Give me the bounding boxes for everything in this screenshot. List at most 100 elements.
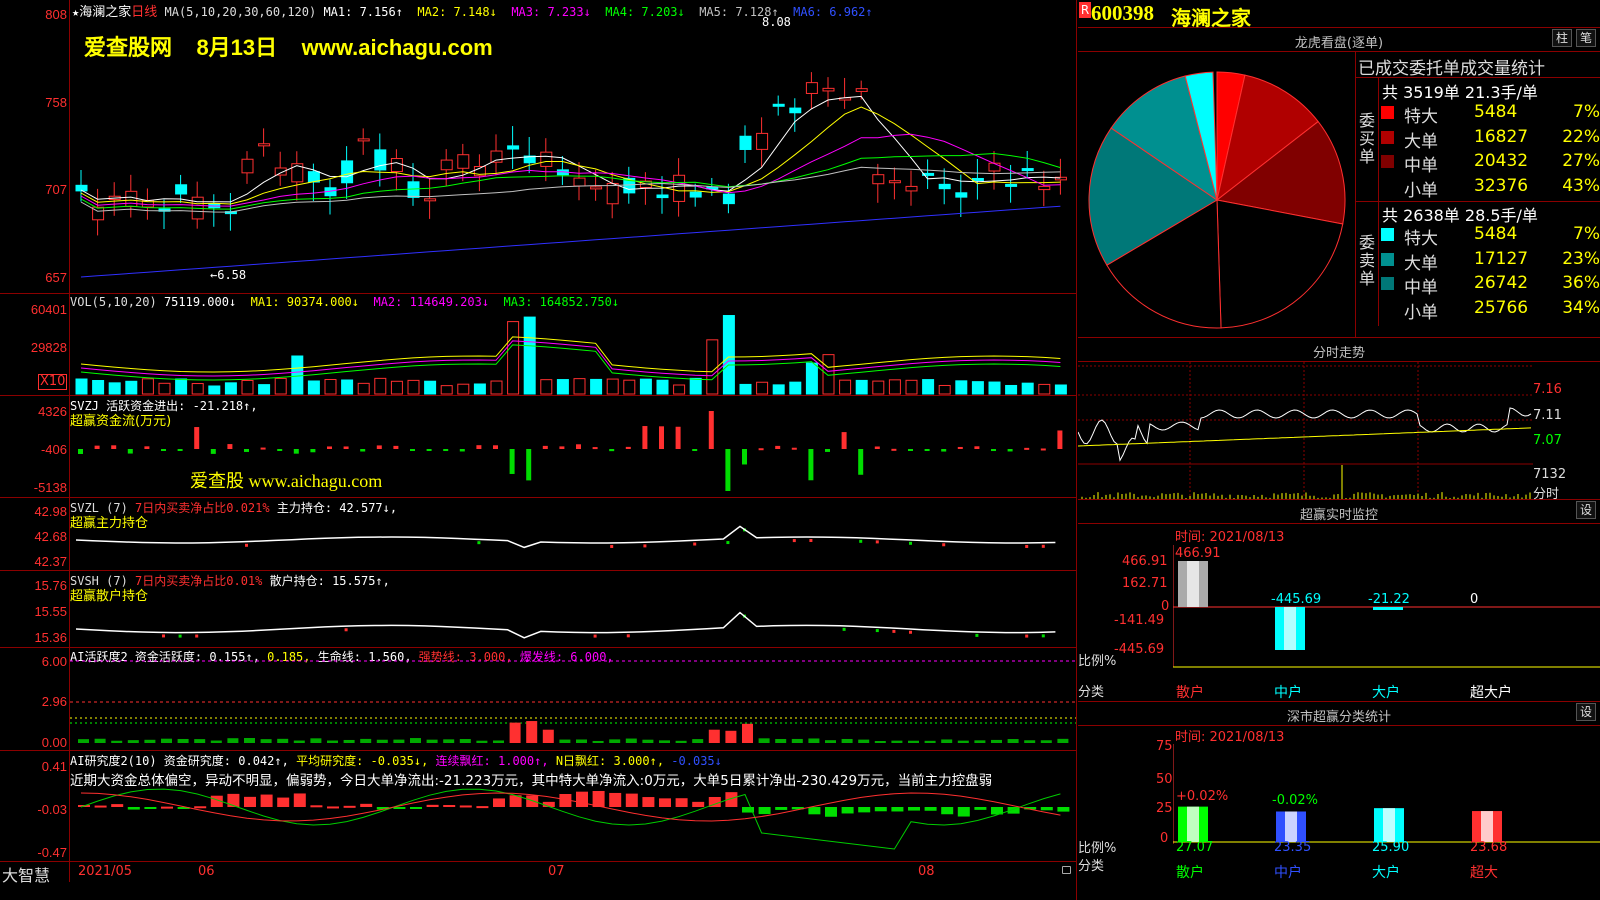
svzl-pane[interactable]: 42.98 42.68 42.37 SVZL (7) 7日内买卖净占比0.021… — [0, 498, 1077, 571]
volume-ma-line — [80, 340, 1061, 377]
buy-volume: 20432 — [1474, 151, 1529, 171]
tick-dot — [477, 541, 481, 545]
candle-body — [424, 198, 437, 202]
research-bar — [874, 807, 887, 812]
volume-bar — [457, 383, 470, 395]
buy-side-label: 委买单 — [1359, 111, 1376, 166]
fund-flow-bar — [659, 426, 664, 449]
pen-toggle-button[interactable]: 笔 — [1576, 29, 1596, 47]
volume-bar — [158, 382, 171, 395]
order-pie-chart[interactable] — [1078, 52, 1356, 338]
tick-dot — [1041, 544, 1045, 548]
candle-body — [739, 135, 752, 150]
main-holding-chart[interactable] — [70, 498, 1076, 571]
activity-bar — [459, 739, 471, 743]
activity-bar — [327, 740, 338, 743]
fund-flow-bar — [327, 446, 332, 449]
research-bar — [808, 807, 821, 815]
activity-bar — [476, 740, 488, 743]
tick-dot — [892, 629, 896, 633]
lock-icon[interactable] — [1062, 866, 1071, 874]
activity-bar — [1040, 740, 1052, 743]
fund-flow-bar — [891, 448, 897, 451]
volume-bar — [1005, 384, 1018, 395]
candle-body — [772, 103, 785, 107]
research-bar — [343, 805, 356, 808]
volume-chart[interactable] — [70, 294, 1076, 396]
volume-pane[interactable]: 60401 29828 X10 VOL(5,10,20) 75119.000↓,… — [0, 294, 1077, 396]
y-tick: -0.03 — [37, 802, 67, 817]
tick-dot — [610, 544, 614, 548]
svzj-pane[interactable]: 4326 -406 -5138 SVZJ 活跃资金进出: -21.218↑, 超… — [0, 396, 1077, 498]
candlestick-pane[interactable]: 808 758 707 657 ★海澜之家日线 MA(5,10,20,30,60… — [0, 0, 1077, 294]
activity-bar — [277, 738, 289, 743]
fund-flow-bar — [310, 449, 316, 453]
candle-body — [1038, 185, 1051, 191]
fund-flow-bar — [376, 445, 382, 449]
research-bar — [144, 807, 157, 809]
bar-toggle-button[interactable]: 柱 — [1552, 29, 1572, 47]
y-tick: 808 — [45, 7, 67, 22]
monitor-settings-button[interactable]: 设 — [1576, 501, 1596, 519]
fund-flow-bar — [841, 432, 847, 449]
y-tick: 0.00 — [41, 735, 67, 750]
activity-bar — [576, 739, 587, 743]
activity-bar — [509, 722, 521, 743]
fund-flow-bar — [642, 426, 648, 449]
candlestick-chart[interactable] — [70, 0, 1076, 294]
activity-bar — [841, 738, 853, 743]
fund-flow-bar — [974, 446, 980, 449]
research-bar — [758, 807, 771, 815]
fund-flow-bar — [194, 427, 200, 449]
fund-flow-bar — [393, 445, 399, 449]
fund-flow-bar — [1040, 448, 1046, 451]
ai-active-pane[interactable]: 6.00 2.96 0.00 AI活跃度2 资金活跃度: 0.155↑, 0.1… — [0, 648, 1077, 751]
volume-bar — [1038, 383, 1051, 395]
candle-body — [590, 186, 603, 190]
sell-name: 大单 — [1404, 253, 1438, 274]
stats-title-line — [1356, 77, 1600, 78]
research-bar — [891, 807, 904, 812]
svsh-pane[interactable]: 15.76 15.55 15.36 SVSH (7) 7日内买卖净占比0.01%… — [0, 571, 1077, 648]
activity-bar — [94, 738, 106, 743]
monitor-bar-chart[interactable] — [1173, 545, 1600, 670]
candle-body — [756, 132, 769, 150]
y-tick: -406 — [40, 442, 67, 457]
fund-flow-bar — [708, 411, 714, 449]
volume-bar — [241, 379, 254, 395]
volume-bar — [656, 379, 669, 395]
monitor-y-tick: 0 — [1161, 599, 1170, 614]
activity-chart[interactable] — [70, 648, 1076, 751]
intraday-panel[interactable]: 分时走势 7.16 7.11 7.07 7132 分时 — [1078, 338, 1600, 502]
shenzhen-time: 时间: 2021/08/13 — [1175, 730, 1285, 745]
candle-body — [507, 145, 520, 150]
tick-dot — [344, 628, 348, 632]
sell-row: 中单 26742 36% — [1378, 273, 1600, 298]
shenzhen-y-tick: 75 — [1156, 739, 1173, 754]
y-tick: 0.41 — [41, 759, 67, 774]
fund-flow-bar — [808, 449, 814, 481]
research-chart[interactable] — [70, 751, 1076, 862]
sell-volume: 5484 — [1474, 224, 1518, 244]
fund-flow-bar — [957, 446, 963, 449]
research-bar — [260, 794, 273, 807]
volume-bar — [556, 379, 569, 395]
research-bar — [1040, 807, 1053, 811]
tick-dot — [909, 630, 912, 634]
retail-holding-chart[interactable] — [70, 571, 1076, 648]
ai-research-pane[interactable]: 0.41 -0.03 -0.47 AI研究度2(10) 资金研究度: 0.042… — [0, 751, 1077, 862]
fund-flow-bar — [343, 446, 349, 449]
intraday-chart[interactable] — [1078, 362, 1533, 500]
activity-bar — [758, 738, 770, 743]
activity-bar — [1024, 740, 1036, 743]
fund-flow-bar — [874, 446, 880, 449]
tick-dot — [1025, 634, 1029, 638]
category-medium: 中户 — [1274, 865, 1302, 881]
fund-flow-chart[interactable] — [70, 396, 1076, 498]
candle-body — [440, 159, 453, 171]
shenzhen-settings-button[interactable]: 设 — [1576, 703, 1596, 721]
activity-bar — [808, 738, 820, 743]
y-tick: 15.76 — [34, 578, 67, 593]
tick-dot — [593, 634, 597, 638]
buy-summary: 共 3519单 21.3手/单 — [1382, 83, 1538, 102]
